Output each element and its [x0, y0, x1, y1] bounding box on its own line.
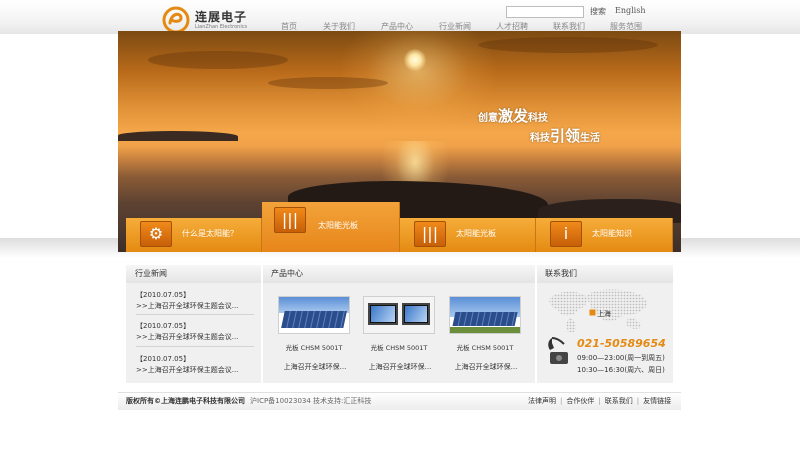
product-name: 光板 CHSM 5001T [285, 344, 343, 352]
footer-copyright: 版权所有©上海连鹏电子科技有限公司 [126, 397, 245, 405]
barcode-icon: ||| [414, 221, 446, 247]
contact-city: 上海 [597, 310, 611, 318]
product-desc[interactable]: 上海召开全球环保... [441, 362, 531, 372]
tab-what-is-solar[interactable]: ⚙ 什么是太阳能？ [126, 218, 262, 252]
product-image-solar-array[interactable] [449, 296, 521, 334]
news-heading: 行业新闻 [126, 265, 262, 283]
product-name: 光板 CHSM 5001T [456, 344, 514, 352]
product-image-monitor[interactable] [363, 296, 435, 334]
slogan-line-2: 科技引领生活 [530, 127, 601, 145]
location-marker-icon [589, 309, 596, 316]
tab-solar-knowledge[interactable]: i 太阳能知识 [536, 218, 673, 252]
footer-link-friends[interactable]: 友情链接 [643, 397, 671, 405]
footer-link-contact[interactable]: 联系我们 [605, 397, 633, 405]
products-heading: 产品中心 [262, 265, 536, 283]
slogan-line-1: 创意激发科技 [478, 107, 549, 125]
site-logo[interactable]: 连展电子 LianZhan Electronics [161, 6, 247, 34]
footer-link-partners[interactable]: 合作伙伴 [566, 397, 594, 405]
contact-hours-weekend: 10:30—16:30(周六、周日) [577, 366, 665, 374]
search-input[interactable] [506, 6, 584, 18]
search-button[interactable]: 搜索 [590, 6, 606, 17]
island [118, 131, 238, 141]
logo-name-en: LianZhan Electronics [195, 23, 248, 30]
contact-heading: 联系我们 [536, 265, 673, 283]
info-icon: i [550, 221, 582, 247]
footer-link-legal[interactable]: 法律声明 [528, 397, 556, 405]
contact-phone: 021-50589654 [577, 337, 666, 350]
product-image-solar-field[interactable] [278, 296, 350, 334]
tab-solar-panel[interactable]: ||| 太阳能光板 [400, 218, 536, 252]
logo-name-cn: 连展电子 [195, 9, 248, 24]
english-link[interactable]: English [615, 6, 646, 15]
tab-solar-panel-active[interactable]: ||| 太阳能光板 [262, 202, 400, 252]
news-item[interactable]: 【2010.07.05】 >>上海召开全球环保主题会议... [136, 321, 254, 343]
telephone-icon [548, 337, 568, 364]
gear-icon: ⚙ [140, 221, 172, 247]
news-item[interactable]: 【2010.07.05】 >>上海召开全球环保主题会议... [136, 290, 254, 312]
barcode-icon: ||| [274, 207, 306, 233]
sun [404, 49, 426, 71]
product-desc[interactable]: 上海召开全球环保... [355, 362, 445, 372]
product-name: 光板 CHSM 5001T [370, 344, 428, 352]
footer-icp: 沪ICP备10023034 技术支持:汇正科技 [250, 397, 372, 405]
product-desc[interactable]: 上海召开全球环保... [270, 362, 360, 372]
news-item[interactable]: 【2010.07.05】 >>上海召开全球环保主题会议... [136, 354, 254, 376]
logo-icon [162, 6, 190, 34]
contact-hours-weekday: 09:00—23:00(周一到周五) [577, 354, 665, 362]
footer-links: 法律声明 | 合作伙伴 | 联系我们 | 友情链接 [528, 397, 672, 405]
